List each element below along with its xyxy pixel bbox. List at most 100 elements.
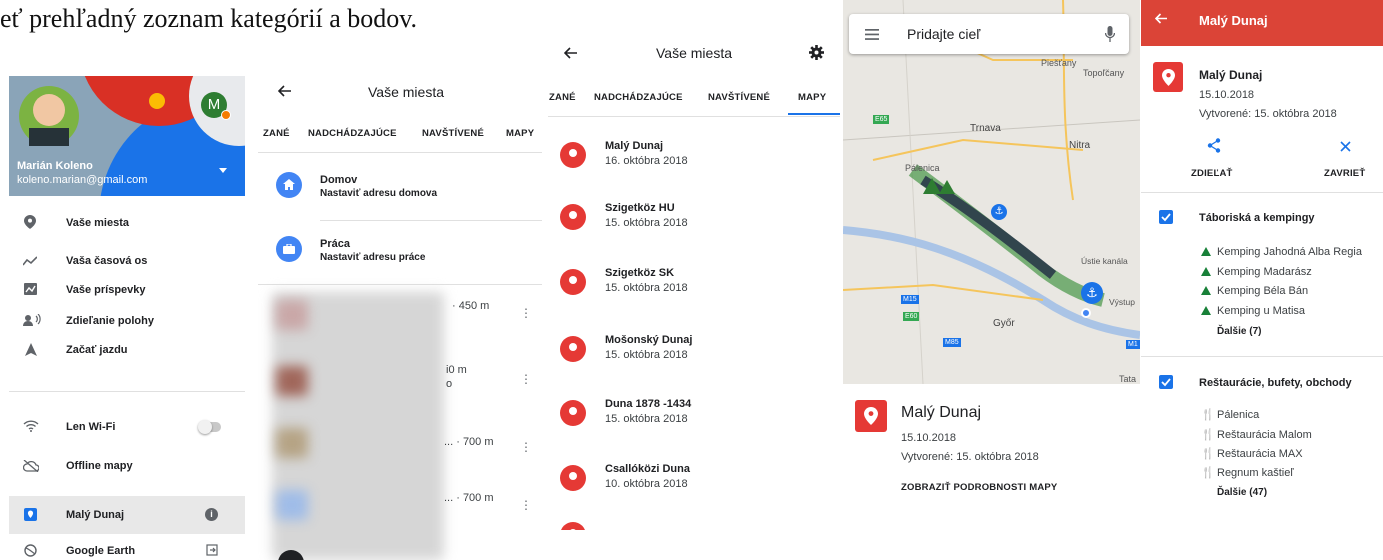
tab-maps[interactable]: MAPY (798, 92, 826, 103)
details-header: Malý Dunaj (1141, 0, 1383, 46)
location-sharing-icon (23, 314, 41, 326)
list-item[interactable]: · 450 m ⋮ (258, 294, 542, 344)
map-label-gyor: Győr (993, 318, 1015, 329)
map-date: 10. októbra 2018 (605, 478, 688, 490)
close-button[interactable]: ZAVRIEŤ (1316, 136, 1378, 182)
open-external-icon (206, 544, 218, 556)
road-shield-e65: E65 (873, 115, 890, 124)
map-created: Vytvorené: 15. októbra 2018 (901, 451, 1039, 463)
microphone-icon[interactable] (1105, 26, 1115, 42)
map-name: Malý Dunaj (605, 140, 664, 152)
map-name: Szigetköz HU (605, 202, 675, 214)
map-item-3[interactable]: Szigetköz SK 15. októbra 2018 (548, 263, 840, 303)
category-checkbox-camping[interactable] (1159, 210, 1173, 224)
menu-icon[interactable] (865, 29, 879, 40)
more-vert-icon[interactable]: ⋮ (520, 372, 532, 386)
tab-saved[interactable]: ZANÉ (549, 92, 576, 103)
more-vert-icon[interactable]: ⋮ (520, 498, 532, 512)
maps-list-panel: Vaše miesta ZANÉ NADCHÁDZAJÚCE NAVŠTÍVEN… (548, 36, 840, 530)
current-map-row[interactable]: Malý Dunaj i (9, 496, 245, 534)
section-divider (1141, 356, 1383, 357)
tab-upcoming[interactable]: NADCHÁDZAJÚCE (594, 92, 683, 103)
back-arrow-icon[interactable] (1155, 13, 1168, 24)
map-pin-icon (560, 400, 586, 426)
camping-icon (1201, 306, 1211, 315)
share-label: ZDIEĽAŤ (1191, 168, 1233, 179)
details-created: Vytvorené: 15. októbra 2018 (1199, 108, 1337, 120)
menu-item-offline-maps[interactable]: Offline mapy (9, 453, 245, 479)
gear-icon[interactable] (809, 45, 824, 60)
tab-upcoming[interactable]: NADCHÁDZAJÚCE (308, 128, 397, 139)
view-map-details-link[interactable]: ZOBRAZIŤ PODROBNOSTI MAPY (901, 482, 1057, 493)
category-item[interactable]: Pálenica (1217, 409, 1259, 421)
tab-visited[interactable]: NAVŠTÍVENÉ (708, 92, 770, 103)
map-item-6[interactable]: Csallóközi Duna 10. októbra 2018 (548, 459, 840, 499)
map-info-card[interactable]: Malý Dunaj 15.10.2018 Vytvorené: 15. okt… (843, 384, 1140, 525)
list-item[interactable]: ... · 700 m ⋮ (258, 426, 542, 476)
user-email: koleno.marian@gmail.com (17, 174, 148, 186)
more-vert-icon[interactable]: ⋮ (520, 440, 532, 454)
tab-indicator (788, 113, 840, 115)
tab-bar: ZANÉ NADCHÁDZAJÚCE NAVŠTÍVENÉ MAPY (548, 88, 840, 118)
more-link[interactable]: Ďalšie (47) (1217, 487, 1267, 498)
anchor-marker-icon: ⚓ (991, 204, 1007, 220)
map-label-topolcany: Topoľčany (1083, 68, 1125, 78)
tab-saved[interactable]: ZANÉ (263, 128, 290, 139)
map-pin-square-icon (24, 508, 37, 521)
category-item[interactable]: Kemping Jahodná Alba Regia (1217, 246, 1362, 258)
category-item[interactable]: Regnum kaštieľ (1217, 467, 1294, 479)
search-bar[interactable]: Pridajte cieľ (849, 14, 1129, 54)
map-date: 16. októbra 2018 (605, 155, 688, 167)
road-shield-e60: E60 (903, 312, 920, 321)
back-arrow-icon[interactable] (564, 47, 578, 59)
category-item[interactable]: Kemping Madarász (1217, 266, 1312, 278)
more-link[interactable]: Ďalšie (7) (1217, 326, 1261, 337)
category-item[interactable]: Reštaurácia Malom (1217, 429, 1312, 441)
map-canvas[interactable]: Pridajte cieľ Piešťany Topoľčany Trnava … (843, 0, 1140, 384)
info-icon[interactable]: i (205, 508, 218, 521)
list-item[interactable]: ... · 700 m ⋮ (258, 490, 542, 540)
menu-item-timeline[interactable]: Vaša časová os (9, 248, 245, 274)
map-item-4[interactable]: Mošonský Dunaj 15. októbra 2018 (548, 330, 840, 370)
wifi-toggle[interactable] (198, 420, 221, 434)
category-item[interactable]: Reštaurácia MAX (1217, 448, 1303, 460)
tab-divider (258, 152, 542, 153)
map-pin-square-icon (855, 400, 887, 432)
menu-item-google-earth[interactable]: Google Earth (9, 542, 245, 560)
work-subtitle: Nastaviť adresu práce (320, 252, 426, 263)
camping-icon (1201, 247, 1211, 256)
map-pin-icon (560, 336, 586, 362)
camping-icon (1201, 267, 1211, 276)
share-button[interactable]: ZDIEĽAŤ (1179, 136, 1241, 182)
tab-maps[interactable]: MAPY (506, 128, 534, 139)
menu-item-contributions[interactable]: Vaše príspevky (9, 277, 245, 303)
menu-item-start-driving[interactable]: Začať jazdu (9, 337, 245, 363)
camping-marker-icon (939, 180, 955, 194)
category-checkbox-restaurants[interactable] (1159, 375, 1173, 389)
home-row[interactable]: Domov Nastaviť adresu domova (258, 166, 542, 206)
more-vert-icon[interactable]: ⋮ (520, 306, 532, 320)
tab-visited[interactable]: NAVŠTÍVENÉ (422, 128, 484, 139)
category-item[interactable]: Kemping u Matisa (1217, 305, 1305, 317)
account-dropdown-icon[interactable] (219, 168, 227, 173)
menu-item-places[interactable]: Vaše miesta (9, 210, 245, 236)
map-label-piestany: Piešťany (1041, 58, 1077, 68)
map-drawing (843, 0, 1140, 384)
map-label-trnava: Trnava (970, 123, 1001, 134)
map-item-2[interactable]: Szigetköz HU 15. októbra 2018 (548, 198, 840, 238)
home-subtitle: Nastaviť adresu domova (320, 188, 438, 199)
work-row[interactable]: Práca Nastaviť adresu práce (258, 230, 542, 270)
map-item-1[interactable]: Malý Dunaj 16. októbra 2018 (548, 136, 840, 176)
menu-item-wifi-only[interactable]: Len Wi-Fi (9, 414, 245, 440)
menu-label: Vaše miesta (66, 217, 129, 229)
map-details-panel: Malý Dunaj Malý Dunaj 15.10.2018 Vytvore… (1141, 0, 1383, 502)
restaurant-icon: 🍴 (1201, 429, 1215, 441)
back-arrow-icon[interactable] (278, 85, 292, 97)
earth-icon (24, 544, 37, 557)
category-item[interactable]: Kemping Béla Bán (1217, 285, 1308, 297)
timeline-icon (23, 256, 37, 266)
map-item-5[interactable]: Duna 1878 -1434 15. októbra 2018 (548, 394, 840, 434)
menu-item-location-sharing[interactable]: Zdieľanie polohy (9, 308, 245, 334)
list-item[interactable]: i0 m o ⋮ (258, 362, 542, 412)
item-extra: o (446, 378, 453, 390)
